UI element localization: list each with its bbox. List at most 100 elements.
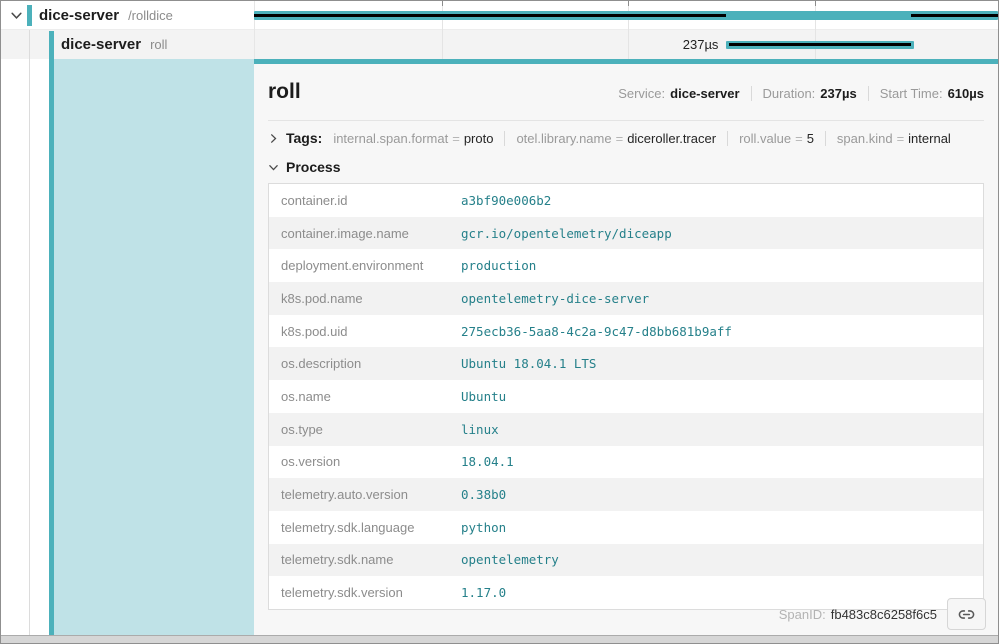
chevron-down-icon (268, 162, 279, 173)
span-id-value: fb483c8c6258f6c5 (831, 607, 937, 622)
table-row: telemetry.sdk.languagepython (269, 511, 983, 544)
process-value: linux (461, 422, 499, 437)
process-section-toggle[interactable]: Process (268, 154, 984, 181)
tag-key: span.kind (837, 131, 893, 146)
process-value: opentelemetry (461, 552, 559, 567)
link-icon (958, 606, 975, 623)
process-attributes-table: container.ida3bf90e006b2 container.image… (268, 183, 984, 610)
process-value: production (461, 258, 536, 273)
tag-value: 5 (807, 131, 814, 146)
span-summary: Service: dice-server Duration: 237µs Sta… (618, 86, 984, 101)
table-row: deployment.environmentproduction (269, 249, 983, 282)
duration-value: 237µs (820, 86, 856, 101)
critical-path-segment (729, 43, 911, 46)
tag-item: internal.span.format = proto (333, 131, 493, 146)
table-row: k8s.pod.uid275ecb36-5aa8-4c2a-9c47-d8bb6… (269, 315, 983, 348)
timeline-tick (628, 1, 629, 6)
process-value: python (461, 520, 506, 535)
span-id-label: SpanID: (779, 607, 826, 622)
span-operation-title: roll (268, 80, 301, 104)
table-row: os.typelinux (269, 413, 983, 446)
tag-value: proto (464, 131, 494, 146)
separator (727, 131, 728, 146)
duration-label-zone: 237µs (254, 30, 726, 59)
equals-sign: = (897, 131, 905, 146)
process-key: telemetry.sdk.language (269, 520, 461, 535)
process-key: os.description (269, 356, 461, 371)
start-time-value: 610µs (948, 86, 984, 101)
tag-item: roll.value = 5 (739, 131, 814, 146)
tree-indent-guide (29, 30, 30, 638)
span-name-cell: dice-server roll (1, 30, 254, 59)
collapse-chevron-down-icon[interactable] (5, 9, 27, 22)
span-detail-panel: roll Service: dice-server Duration: 237µ… (254, 59, 998, 636)
table-row: container.ida3bf90e006b2 (269, 184, 983, 217)
tags-label: Tags: (286, 130, 322, 146)
process-value: gcr.io/opentelemetry/diceapp (461, 226, 672, 241)
process-key: telemetry.sdk.version (269, 585, 461, 600)
selected-span-fill (54, 59, 254, 638)
process-key: deployment.environment (269, 258, 461, 273)
process-value: opentelemetry-dice-server (461, 291, 649, 306)
start-time-label: Start Time: (880, 86, 943, 101)
process-value: Ubuntu 18.04.1 LTS (461, 356, 596, 371)
table-row: os.version18.04.1 (269, 446, 983, 479)
bottom-scroll-band[interactable] (1, 635, 998, 643)
tag-item: span.kind =internal (837, 131, 951, 146)
deep-link-button[interactable] (947, 598, 986, 630)
process-value: 275ecb36-5aa8-4c2a-9c47-d8bb681b9aff (461, 324, 732, 339)
process-key: container.id (269, 193, 461, 208)
critical-path-segment (254, 14, 726, 17)
timeline-tick (442, 1, 443, 6)
process-key: os.version (269, 454, 461, 469)
tag-value: internal (908, 131, 951, 146)
process-key: telemetry.sdk.name (269, 552, 461, 567)
process-value: 18.04.1 (461, 454, 514, 469)
tag-key: internal.span.format (333, 131, 448, 146)
tag-items: internal.span.format = proto otel.library.… (333, 131, 951, 146)
tags-section-toggle[interactable]: Tags: internal.span.format = proto otel.li… (268, 121, 984, 154)
span-footer: SpanID: fb483c8c6258f6c5 (779, 598, 986, 630)
tag-value: diceroller.tracer (627, 131, 716, 146)
service-value: dice-server (670, 86, 739, 101)
tag-key: otel.library.name (516, 131, 611, 146)
separator (825, 131, 826, 146)
table-row: os.descriptionUbuntu 18.04.1 LTS (269, 347, 983, 380)
span-duration-label: 237µs (683, 37, 719, 52)
equals-sign: = (795, 131, 803, 146)
table-row: k8s.pod.nameopentelemetry-dice-server (269, 282, 983, 315)
detail-header: roll Service: dice-server Duration: 237µ… (268, 64, 984, 114)
separator (868, 86, 869, 101)
service-name: dice-server (39, 7, 119, 24)
tag-key: roll.value (739, 131, 791, 146)
duration-label: Duration: (763, 86, 816, 101)
operation-name: roll (150, 37, 167, 52)
chevron-right-icon (268, 133, 279, 144)
equals-sign: = (452, 131, 460, 146)
process-value: a3bf90e006b2 (461, 193, 551, 208)
process-key: k8s.pod.name (269, 291, 461, 306)
process-value: 0.38b0 (461, 487, 506, 502)
service-name: dice-server (61, 36, 141, 53)
separator (504, 131, 505, 146)
span-color-bar (27, 5, 32, 26)
process-key: k8s.pod.uid (269, 324, 461, 339)
critical-path-segment (911, 14, 998, 17)
indent-spacer (1, 30, 49, 59)
table-row: os.nameUbuntu (269, 380, 983, 413)
gridline (815, 1, 816, 59)
process-label: Process (286, 159, 340, 175)
timeline-tick (815, 1, 816, 6)
process-key: telemetry.auto.version (269, 487, 461, 502)
span-detail-content: roll Service: dice-server Duration: 237µ… (254, 64, 998, 636)
table-row: container.image.namegcr.io/opentelemetry… (269, 217, 983, 250)
equals-sign: = (616, 131, 624, 146)
table-row: telemetry.sdk.nameopentelemetry (269, 544, 983, 577)
operation-name: /rolldice (128, 8, 173, 23)
span-name-cell: dice-server /rolldice (1, 1, 254, 29)
process-key: os.type (269, 422, 461, 437)
tag-item: otel.library.name =diceroller.tracer (516, 131, 716, 146)
process-value: 1.17.0 (461, 585, 506, 600)
process-key: os.name (269, 389, 461, 404)
jaeger-trace-detail-view: dice-server /rolldice dice-server roll 2… (0, 0, 999, 644)
